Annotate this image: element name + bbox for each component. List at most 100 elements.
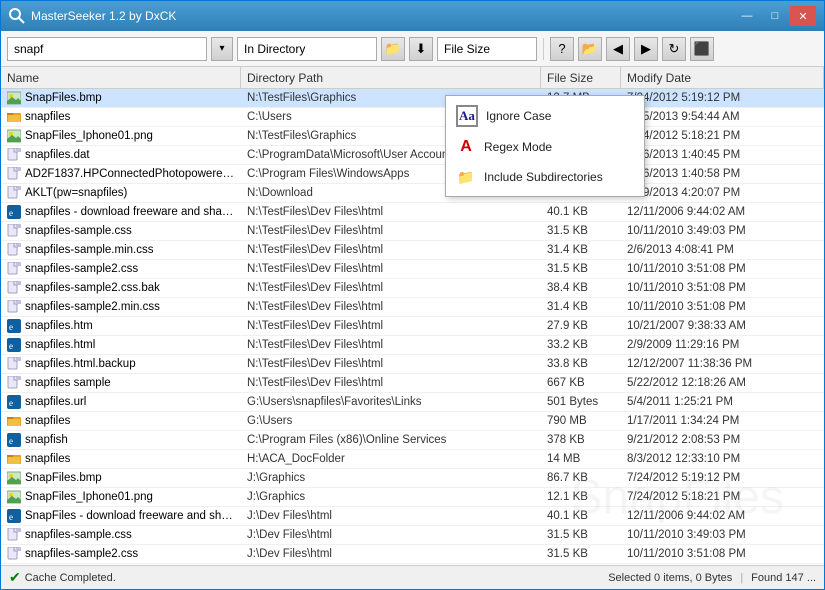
file-type-icon (7, 262, 21, 276)
table-row[interactable]: snapfiles-sample2.min.css N:\TestFiles\D… (1, 298, 824, 317)
file-name-text: snapfiles - download freeware and sharew… (25, 206, 235, 218)
file-name-cell: snapfiles-sample2.css.bak (1, 281, 241, 295)
file-size-cell: 31.4 KB (541, 301, 621, 313)
refresh-button[interactable]: ↻ (662, 37, 686, 61)
file-name-text: SnapFiles.bmp (25, 472, 102, 484)
file-dir-cell: N:\TestFiles\Dev Files\html (241, 301, 541, 313)
folder-browse-button[interactable]: 📁 (381, 37, 405, 61)
open-folder-button[interactable]: 📂 (578, 37, 602, 61)
file-dir-cell: N:\TestFiles\Dev Files\html (241, 282, 541, 294)
file-date-cell: 8/3/2012 12:33:10 PM (621, 453, 824, 465)
file-name-text: SnapFiles - download freeware and sharew… (25, 510, 235, 522)
help-button[interactable]: ? (550, 37, 574, 61)
file-name-cell: e snapfiles.url (1, 395, 241, 409)
file-date-cell: 7/24/2012 5:18:21 PM (621, 491, 824, 503)
file-size-cell: 12.1 KB (541, 491, 621, 503)
nav-fwd-button[interactable]: ▶ (634, 37, 658, 61)
file-type-icon (7, 186, 21, 200)
file-size-cell: 501 Bytes (541, 396, 621, 408)
file-type-icon: e (7, 205, 21, 219)
file-type-icon (7, 300, 21, 314)
table-row[interactable]: snapfiles sample N:\TestFiles\Dev Files\… (1, 374, 824, 393)
file-name-cell: e snapfiles.htm (1, 319, 241, 333)
file-name-cell: snapfiles-sample.css (1, 224, 241, 238)
table-row[interactable]: snapfiles-sample.css N:\TestFiles\Dev Fi… (1, 222, 824, 241)
file-size-input[interactable] (437, 37, 537, 61)
file-date-cell: 7/24/2012 5:19:12 PM (621, 472, 824, 484)
svg-text:e: e (9, 398, 13, 408)
file-name-cell: e snapfish (1, 433, 241, 447)
table-row[interactable]: snapfiles G:\Users 790 MB 1/17/2011 1:34… (1, 412, 824, 431)
table-row[interactable]: snapfiles C:\Users 9/25/2013 9:54:44 AM (1, 108, 824, 127)
table-row[interactable]: e snapfiles.htm N:\TestFiles\Dev Files\h… (1, 317, 824, 336)
table-row[interactable]: AD2F1837.HPConnectedPhotopoweredBySn... … (1, 165, 824, 184)
file-name-text: snapfish (25, 434, 68, 446)
table-row[interactable]: snapfiles-sample2.css J:\Dev Files\html … (1, 545, 824, 564)
table-row[interactable]: AKLT(pw=snapfiles) N:\Download 170 KB 4/… (1, 184, 824, 203)
file-date-cell: 10/11/2010 3:51:08 PM (621, 282, 824, 294)
file-name-text: AKLT(pw=snapfiles) (25, 187, 127, 199)
file-list[interactable]: SnapFiles SnapFiles.bmp N:\TestFiles\Gra… (1, 89, 824, 565)
col-header-date[interactable]: Modify Date (621, 67, 824, 88)
location-input[interactable] (237, 37, 377, 61)
table-row[interactable]: snapfiles-sample.css J:\Dev Files\html 3… (1, 526, 824, 545)
search-input[interactable] (7, 37, 207, 61)
file-type-icon (7, 148, 21, 162)
table-row[interactable]: SnapFiles_Iphone01.png J:\Graphics 12.1 … (1, 488, 824, 507)
menu-item-ignore-case[interactable]: Aa Ignore Case (446, 100, 644, 132)
file-date-cell: 9/25/2013 9:54:44 AM (621, 111, 824, 123)
file-date-cell: 2/6/2013 4:08:41 PM (621, 244, 824, 256)
file-date-cell: 10/21/2007 9:38:33 AM (621, 320, 824, 332)
file-rows-container: SnapFiles.bmp N:\TestFiles\Graphics 12.7… (1, 89, 824, 565)
file-date-cell: 12/11/2006 9:44:02 AM (621, 510, 824, 522)
col-header-name[interactable]: Name (1, 67, 241, 88)
table-row[interactable]: e snapfiles - download freeware and shar… (1, 203, 824, 222)
table-row[interactable]: snapfiles.html.backup N:\TestFiles\Dev F… (1, 355, 824, 374)
close-button[interactable]: ✕ (790, 6, 816, 26)
file-name-cell: SnapFiles.bmp (1, 471, 241, 485)
nav-back-button[interactable]: ◀ (606, 37, 630, 61)
table-row[interactable]: SnapFiles.bmp N:\TestFiles\Graphics 12.7… (1, 89, 824, 108)
table-row[interactable]: e snapfiles.html N:\TestFiles\Dev Files\… (1, 336, 824, 355)
file-type-icon (7, 224, 21, 238)
file-size-cell: 86.7 KB (541, 472, 621, 484)
table-row[interactable]: snapfiles-sample2.css.bak J:\Dev Files\h… (1, 564, 824, 565)
file-date-cell: 10/11/2010 3:51:08 PM (621, 263, 824, 275)
search-dropdown-button[interactable]: ▾ (211, 37, 233, 61)
file-dir-cell: N:\TestFiles\Dev Files\html (241, 358, 541, 370)
column-headers: Name Directory Path File Size Modify Dat… (1, 67, 824, 89)
file-size-cell: 40.1 KB (541, 510, 621, 522)
table-row[interactable]: e snapfish C:\Program Files (x86)\Online… (1, 431, 824, 450)
table-row[interactable]: e snapfiles.url G:\Users\snapfiles\Favor… (1, 393, 824, 412)
minimize-button[interactable]: — (734, 6, 760, 26)
table-row[interactable]: SnapFiles_Iphone01.png N:\TestFiles\Grap… (1, 127, 824, 146)
menu-item-regex-mode[interactable]: A Regex Mode (446, 132, 644, 162)
file-name-text: SnapFiles_Iphone01.png (25, 491, 153, 503)
table-row[interactable]: snapfiles H:\ACA_DocFolder 14 MB 8/3/201… (1, 450, 824, 469)
table-row[interactable]: snapfiles-sample2.css.bak N:\TestFiles\D… (1, 279, 824, 298)
file-date-cell: 4/29/2013 4:20:07 PM (621, 187, 824, 199)
file-type-icon (7, 452, 21, 466)
file-dir-cell: J:\Dev Files\html (241, 510, 541, 522)
col-header-size[interactable]: File Size (541, 67, 621, 88)
col-header-dir[interactable]: Directory Path (241, 67, 541, 88)
file-type-icon: e (7, 395, 21, 409)
down-arrow-button[interactable]: ⬇ (409, 37, 433, 61)
regex-mode-icon: A (456, 137, 476, 157)
menu-item-include-subdirs[interactable]: 📁 Include Subdirectories (446, 162, 644, 192)
statusbar-sep: | (740, 572, 743, 584)
file-type-icon (7, 490, 21, 504)
maximize-button[interactable]: □ (762, 6, 788, 26)
file-dir-cell: G:\Users (241, 415, 541, 427)
file-name-text: SnapFiles_Iphone01.png (25, 130, 153, 142)
stop-button[interactable]: ⬛ (690, 37, 714, 61)
table-row[interactable]: e SnapFiles - download freeware and shar… (1, 507, 824, 526)
file-size-cell: 31.4 KB (541, 244, 621, 256)
table-row[interactable]: snapfiles.dat C:\ProgramData\Microsoft\U… (1, 146, 824, 165)
table-row[interactable]: snapfiles-sample2.css N:\TestFiles\Dev F… (1, 260, 824, 279)
table-row[interactable]: snapfiles-sample.min.css N:\TestFiles\De… (1, 241, 824, 260)
file-dir-cell: N:\TestFiles\Dev Files\html (241, 339, 541, 351)
file-size-cell: 31.5 KB (541, 225, 621, 237)
file-dir-cell: J:\Dev Files\html (241, 529, 541, 541)
table-row[interactable]: SnapFiles.bmp J:\Graphics 86.7 KB 7/24/2… (1, 469, 824, 488)
